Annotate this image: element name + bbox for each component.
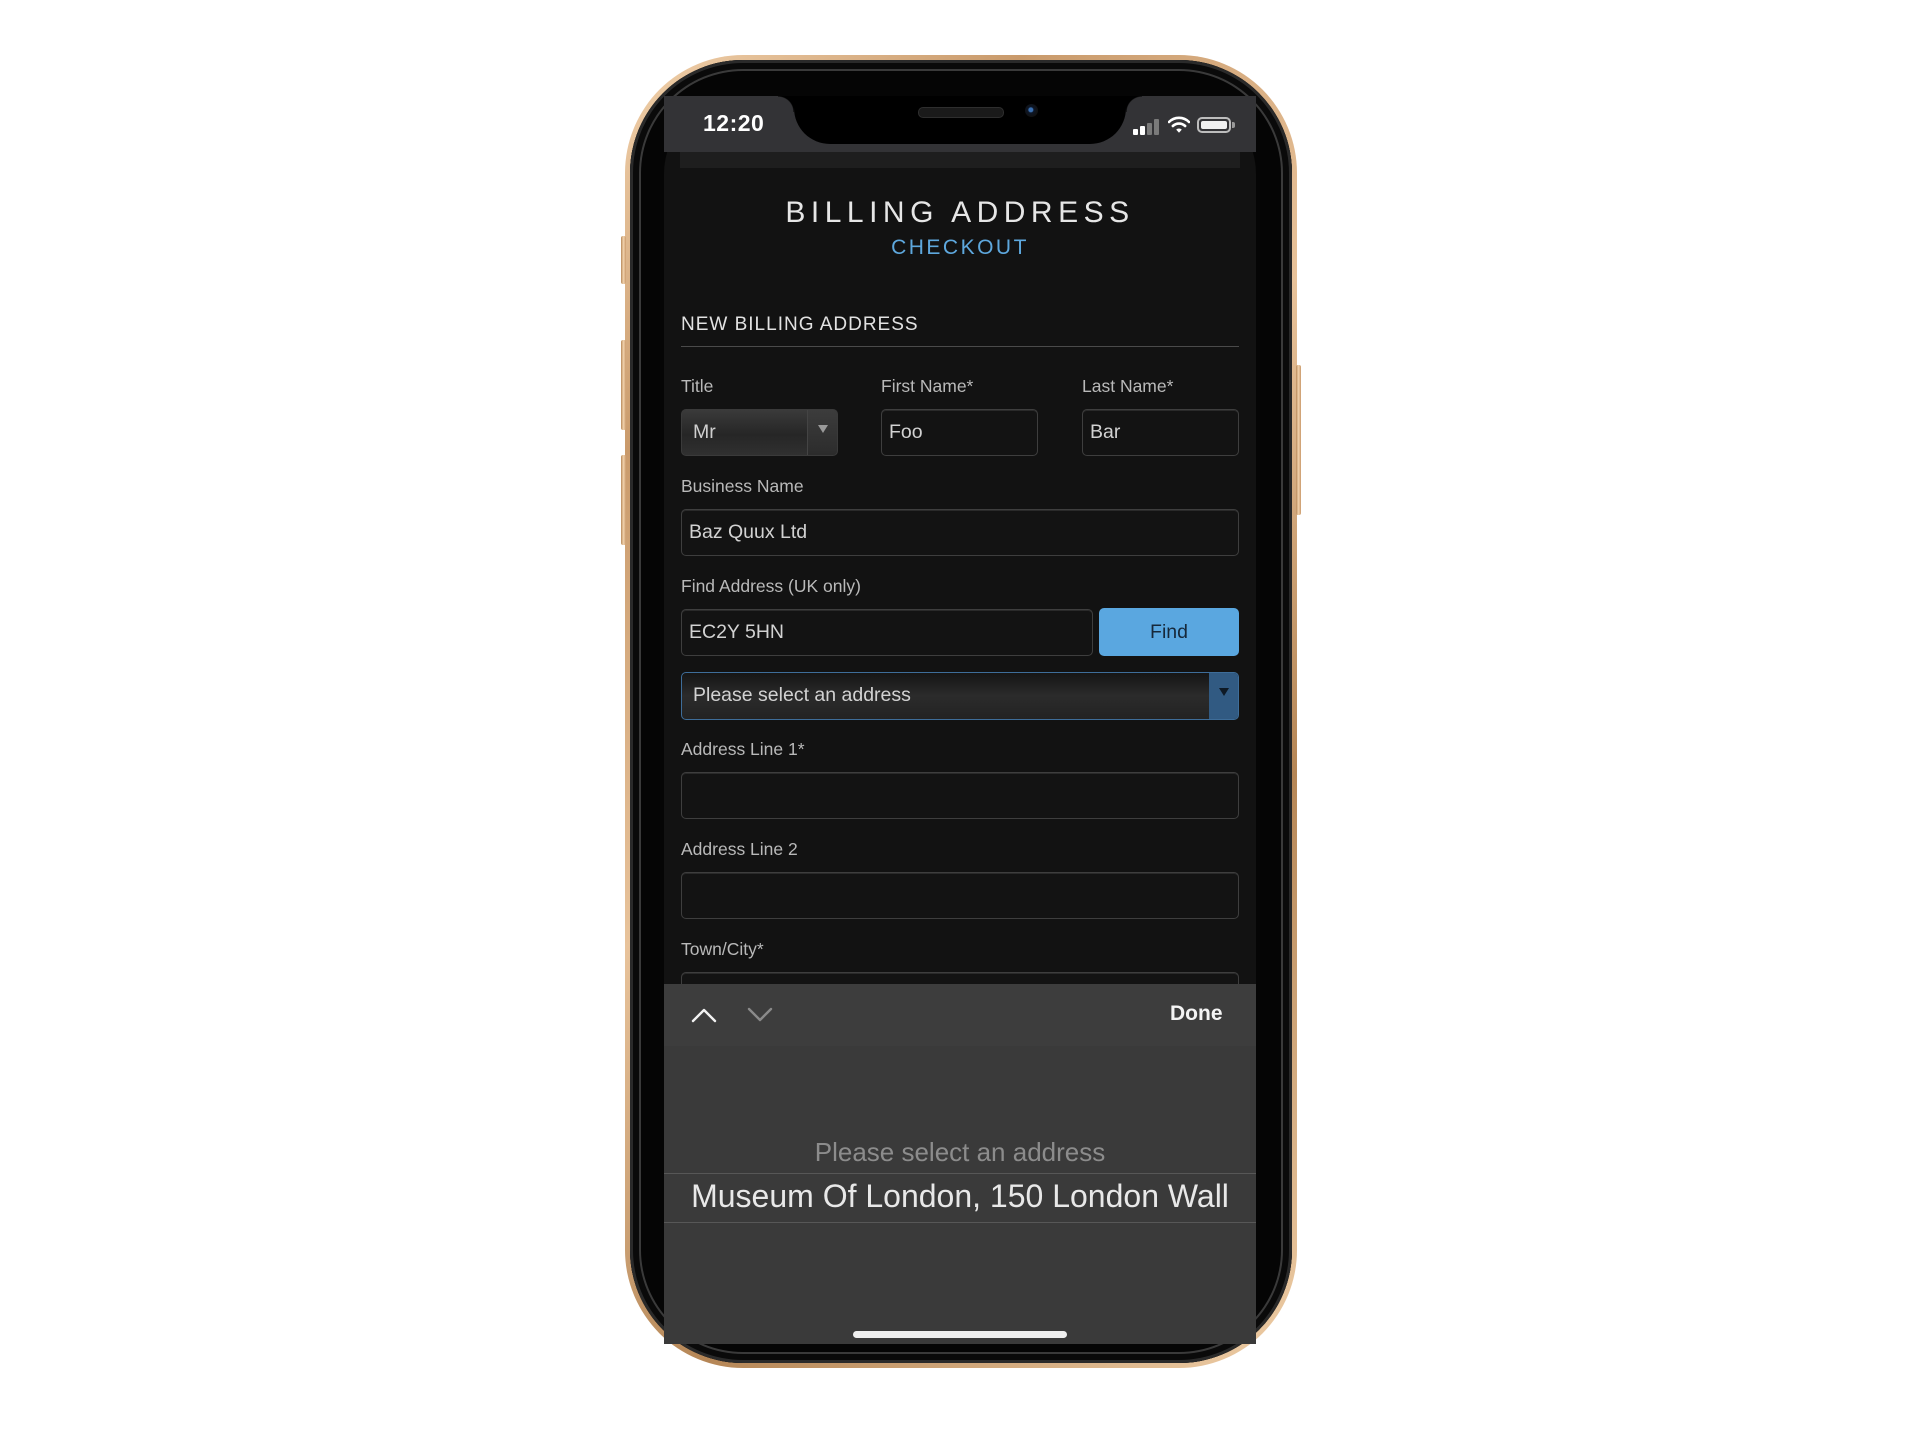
home-indicator[interactable]: [853, 1331, 1067, 1338]
picker-option-selected[interactable]: Museum Of London, 150 London Wall: [664, 1178, 1256, 1215]
caret-down-icon: [1219, 688, 1229, 696]
signal-bar: [1147, 123, 1152, 135]
section-divider: [681, 346, 1239, 347]
page-title: BILLING ADDRESS: [785, 196, 1135, 229]
volume-up-button: [621, 340, 626, 430]
power-button: [1296, 365, 1301, 515]
address-line-1-label: Address Line 1*: [681, 739, 805, 759]
wifi-icon: [1168, 116, 1190, 133]
speaker-grille: [918, 107, 1004, 118]
find-button[interactable]: Find: [1099, 608, 1239, 656]
address-select[interactable]: Please select an address: [681, 672, 1239, 720]
address-select-value: Please select an address: [693, 684, 911, 706]
chevron-up-icon[interactable]: [691, 1007, 717, 1023]
chevron-down-icon[interactable]: [747, 1007, 773, 1023]
address-line-2-input[interactable]: [681, 872, 1239, 919]
find-address-label: Find Address (UK only): [681, 576, 861, 596]
last-name-label: Last Name*: [1082, 376, 1174, 396]
title-label: Title: [681, 376, 714, 396]
battery-cap: [1232, 122, 1235, 128]
signal-bar: [1140, 126, 1145, 135]
caret-down-icon: [818, 425, 828, 433]
title-select-arrow[interactable]: [807, 410, 837, 455]
business-name-input[interactable]: Baz Quux Ltd: [681, 509, 1239, 556]
picker-selection-line-bottom: [664, 1222, 1256, 1223]
first-name-input[interactable]: Foo: [881, 409, 1038, 456]
title-select-value: Mr: [693, 421, 716, 443]
picker-option[interactable]: Please select an address: [664, 1137, 1256, 1168]
postcode-input[interactable]: EC2Y 5HN: [681, 609, 1093, 656]
address-line-1-input[interactable]: [681, 772, 1239, 819]
page-subtitle[interactable]: CHECKOUT: [664, 236, 1256, 260]
status-time: 12:20: [703, 110, 765, 136]
address-select-arrow[interactable]: [1209, 673, 1238, 719]
signal-icon: [1133, 119, 1163, 135]
signal-bar: [1154, 119, 1159, 135]
last-name-input[interactable]: Bar: [1082, 409, 1239, 456]
town-city-label: Town/City*: [681, 939, 764, 959]
section-heading: NEW BILLING ADDRESS: [681, 314, 919, 335]
top-strip: [680, 152, 1240, 168]
notch: [778, 96, 1142, 144]
business-name-label: Business Name: [681, 476, 804, 496]
done-button[interactable]: Done: [1170, 1002, 1223, 1026]
signal-bar: [1133, 129, 1138, 135]
front-camera: [1025, 104, 1038, 117]
mute-switch: [621, 236, 626, 284]
volume-down-button: [621, 455, 626, 545]
title-select[interactable]: Mr: [681, 409, 838, 456]
picker-selection-line-top: [664, 1173, 1256, 1174]
address-line-2-label: Address Line 2: [681, 839, 798, 859]
first-name-label: First Name*: [881, 376, 974, 396]
battery-icon: [1197, 117, 1231, 133]
battery-level: [1201, 121, 1227, 129]
